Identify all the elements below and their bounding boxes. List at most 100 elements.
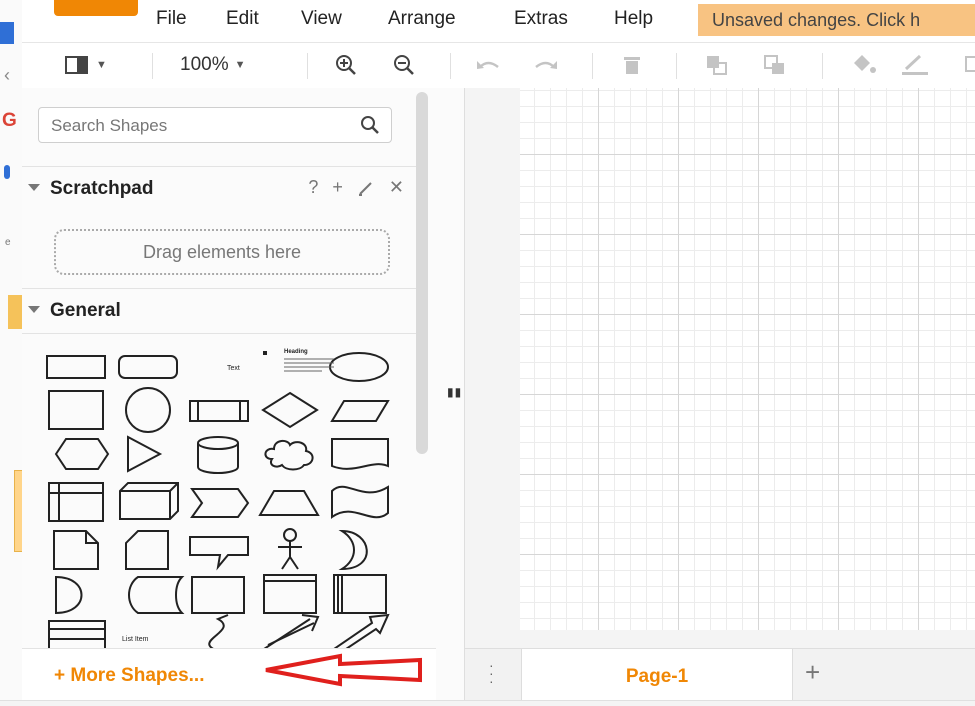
browser-folder-icon[interactable] [8, 295, 22, 329]
pages-menu-icon[interactable]: · · · [489, 658, 494, 688]
list-item-shape[interactable]: List Item [122, 636, 149, 643]
line-color-icon [902, 54, 928, 75]
ellipse-shape[interactable] [329, 352, 389, 382]
process-shape[interactable] [189, 400, 249, 422]
scratchpad-drop-area[interactable]: Drag elements here [54, 229, 390, 275]
general-shapes-palette: Text Heading List Item [46, 349, 390, 648]
triangle-shape[interactable] [127, 435, 163, 473]
cylinder-shape[interactable] [197, 436, 239, 474]
bidirectional-arrow-shape[interactable] [263, 614, 320, 648]
toolbar-separator [592, 53, 593, 79]
menu-arrange[interactable]: Arrange [388, 8, 456, 30]
undo-icon [477, 61, 499, 69]
sidebar-scrollbar[interactable] [416, 92, 428, 454]
chevron-down-icon: ▼ [96, 59, 107, 71]
to-front-icon [707, 56, 727, 75]
google-icon[interactable]: G [2, 110, 17, 132]
zoom-in-button[interactable] [334, 51, 358, 79]
zoom-select[interactable]: 100% ▼ [180, 51, 246, 79]
scratchpad-close-button[interactable]: ✕ [389, 177, 404, 198]
browser-edge-mark: e [5, 237, 11, 248]
zoom-value: 100% [180, 54, 229, 75]
hexagon-shape[interactable] [54, 438, 110, 470]
to-front-button[interactable] [704, 51, 730, 79]
tape-shape[interactable] [331, 485, 389, 519]
zoom-out-icon [394, 55, 414, 75]
browser-bookmark-icon[interactable] [4, 165, 10, 179]
text-shape[interactable]: Text [227, 365, 240, 372]
collapse-triangle-icon [28, 184, 40, 191]
fill-color-icon [854, 55, 876, 73]
step-shape[interactable] [190, 488, 250, 518]
menu-file[interactable]: File [156, 8, 187, 30]
circle-shape[interactable] [125, 387, 171, 433]
search-icon[interactable] [359, 114, 381, 136]
divider-grip-icon[interactable]: ▮▮ [447, 385, 462, 399]
or-shape[interactable] [338, 529, 368, 571]
diagram-canvas[interactable] [465, 88, 975, 648]
scratchpad-help-button[interactable]: ? [308, 177, 318, 198]
data-storage-shape[interactable] [128, 576, 185, 614]
zoom-out-button[interactable] [392, 51, 416, 79]
general-title: General [50, 300, 121, 321]
search-shapes-input[interactable] [49, 114, 343, 138]
arrow-shape[interactable] [333, 613, 390, 648]
scratchpad-edit-icon[interactable] [357, 179, 375, 197]
menu-view[interactable]: View [301, 8, 342, 30]
card-shape[interactable] [125, 530, 169, 570]
browser-sidebar-edge: ‹ G e [0, 0, 26, 705]
vertical-container-shape[interactable] [333, 574, 387, 614]
heading-shape[interactable] [263, 351, 267, 355]
format-panel-icon [65, 56, 88, 74]
page-tabs-bar: · · · Page-1 + [465, 648, 975, 701]
menu-extras[interactable]: Extras [514, 8, 568, 30]
browser-tab-icon[interactable] [0, 22, 14, 44]
trapezoid-shape[interactable] [258, 490, 320, 516]
parallelogram-shape[interactable] [330, 400, 390, 422]
more-shapes-button[interactable]: + More Shapes... [54, 665, 204, 687]
delay-shape[interactable] [55, 575, 83, 615]
scratchpad-add-button[interactable]: + [332, 177, 343, 198]
rounded-rectangle-shape[interactable] [118, 355, 178, 379]
unsaved-changes-banner[interactable]: Unsaved changes. Click h [698, 4, 975, 36]
undo-button[interactable] [474, 51, 502, 79]
delete-button[interactable] [620, 51, 644, 79]
container-square-shape[interactable] [191, 576, 245, 614]
curve-shape[interactable] [208, 614, 229, 648]
actor-shape[interactable] [278, 528, 302, 570]
line-color-button[interactable] [900, 51, 930, 79]
diagram-page-grid[interactable] [520, 88, 975, 630]
page-tab[interactable]: Page-1 [521, 649, 793, 701]
square-shape[interactable] [48, 390, 104, 430]
textbox-shape[interactable]: Heading [284, 349, 334, 372]
browser-back-icon[interactable]: ‹ [4, 65, 10, 86]
internal-storage-shape[interactable] [48, 482, 104, 522]
toolbar-separator [450, 53, 451, 79]
menu-edit[interactable]: Edit [226, 8, 259, 30]
callout-shape[interactable] [189, 536, 249, 571]
add-page-button[interactable]: + [805, 657, 820, 688]
menubar: File Edit View Arrange Extras Help Unsav… [22, 0, 975, 42]
shapes-sidebar: Scratchpad ? + ✕ Drag elements here Gene… [22, 88, 436, 648]
format-panel-button[interactable]: ▼ [64, 51, 107, 79]
shadow-button[interactable] [962, 51, 975, 79]
to-back-button[interactable] [762, 51, 788, 79]
document-shape[interactable] [331, 438, 389, 470]
menu-help[interactable]: Help [614, 8, 653, 30]
redo-button[interactable] [532, 51, 560, 79]
rectangle-shape[interactable] [46, 355, 106, 379]
note-shape[interactable] [53, 530, 99, 570]
swimlane-shape[interactable] [263, 574, 317, 614]
cube-shape[interactable] [119, 482, 179, 520]
app-logo-icon [54, 0, 138, 16]
red-annotation-arrow [265, 653, 422, 687]
scratchpad-header[interactable]: Scratchpad ? + ✕ [22, 166, 416, 211]
redo-icon [535, 61, 557, 69]
cloud-shape[interactable] [264, 439, 314, 471]
general-header[interactable]: General [22, 288, 416, 333]
toolbar-separator [152, 53, 153, 79]
fill-color-button[interactable] [848, 51, 878, 79]
list-shape[interactable] [48, 620, 106, 648]
delete-icon [624, 57, 640, 74]
diamond-shape[interactable] [261, 391, 319, 429]
